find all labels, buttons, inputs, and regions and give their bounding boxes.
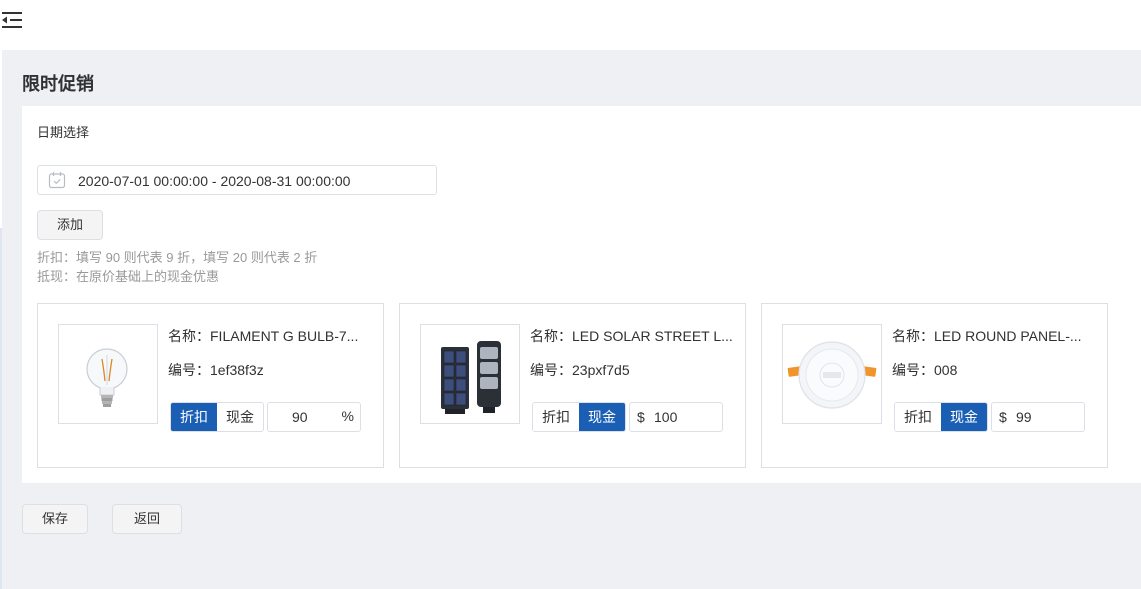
product-name: 名称：LED SOLAR STREET L...	[530, 328, 733, 344]
top-bar	[0, 0, 1141, 50]
calendar-icon	[48, 172, 66, 189]
add-button[interactable]: 添加	[37, 210, 103, 240]
solar-street-light-image	[420, 324, 520, 424]
product-code: 编号：1ef38f3z	[168, 362, 264, 378]
menu-fold-icon[interactable]	[2, 10, 22, 30]
discount-option[interactable]: 折扣	[533, 403, 579, 431]
currency-symbol: $	[637, 409, 645, 425]
save-button[interactable]: 保存	[22, 504, 88, 534]
sidebar-edge	[0, 228, 2, 589]
discount-option[interactable]: 折扣	[895, 403, 941, 431]
promotion-mode-toggle: 折扣 现金	[532, 402, 626, 432]
percent-suffix: %	[341, 408, 354, 424]
cash-value-input[interactable]: $ 99	[991, 402, 1085, 432]
cash-hint: 抵现：在原价基础上的现金优惠	[37, 269, 220, 284]
product-name: 名称：LED ROUND PANEL-...	[892, 328, 1082, 344]
currency-symbol: $	[999, 409, 1007, 425]
round-panel-image	[782, 324, 882, 424]
cash-value-input[interactable]: $ 100	[629, 402, 723, 432]
date-label: 日期选择	[37, 125, 90, 140]
discount-value-input[interactable]: 90 %	[267, 402, 361, 432]
product-card: 名称：LED SOLAR STREET L... 编号：23pxf7d5 折扣 …	[399, 303, 746, 468]
product-card: 名称：LED ROUND PANEL-... 编号：008 折扣 现金 $ 99	[761, 303, 1108, 468]
date-range-value: 2020-07-01 00:00:00 - 2020-08-31 00:00:0…	[78, 173, 351, 189]
cash-option[interactable]: 现金	[941, 403, 987, 431]
back-button[interactable]: 返回	[112, 504, 182, 534]
discount-option[interactable]: 折扣	[171, 403, 217, 431]
promotion-card: 日期选择 2020-07-01 00:00:00 - 2020-08-31 00…	[22, 106, 1141, 483]
promotion-mode-toggle: 折扣 现金	[170, 402, 264, 432]
cash-value: 100	[654, 409, 678, 425]
promotion-mode-toggle: 折扣 现金	[894, 402, 988, 432]
product-code: 编号：008	[892, 362, 958, 378]
cash-option[interactable]: 现金	[579, 403, 625, 431]
bulb-image	[58, 324, 158, 424]
page-title: 限时促销	[22, 74, 94, 94]
product-code: 编号：23pxf7d5	[530, 362, 630, 378]
product-card: 名称：FILAMENT G BULB-7... 编号：1ef38f3z 折扣 现…	[37, 303, 384, 468]
cash-option[interactable]: 现金	[217, 403, 263, 431]
discount-hint: 折扣：填写 90 则代表 9 折，填写 20 则代表 2 折	[37, 250, 318, 265]
date-range-picker[interactable]: 2020-07-01 00:00:00 - 2020-08-31 00:00:0…	[37, 165, 437, 195]
discount-value: 90	[292, 409, 308, 425]
cash-value: 99	[1016, 409, 1032, 425]
product-name: 名称：FILAMENT G BULB-7...	[168, 328, 359, 344]
